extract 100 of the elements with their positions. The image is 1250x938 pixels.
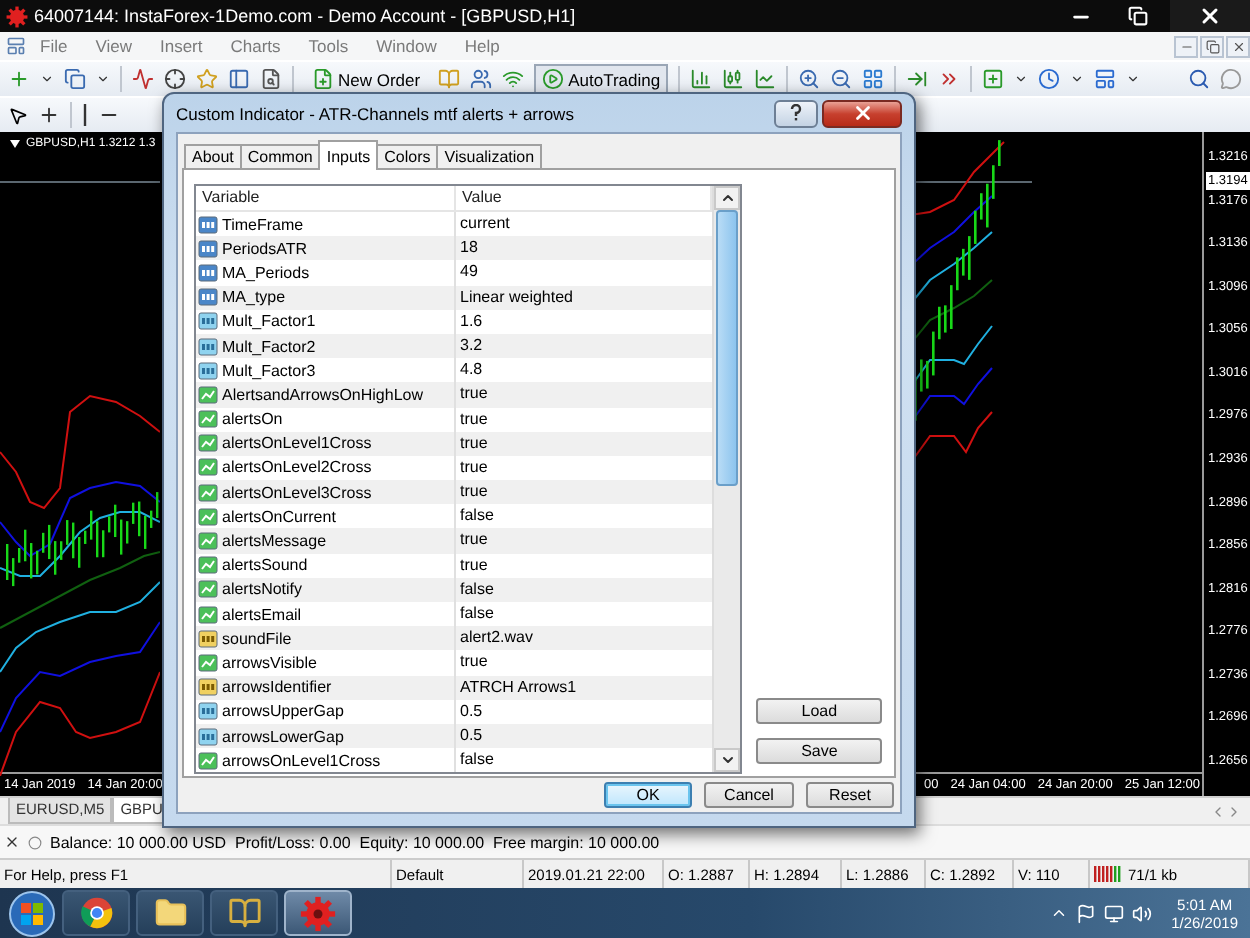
- close-button[interactable]: [1170, 0, 1250, 32]
- dialog-tab[interactable]: About: [184, 144, 242, 170]
- star-icon[interactable]: [196, 68, 218, 90]
- caret-icon[interactable]: [1014, 72, 1029, 86]
- scroll-thumb[interactable]: [716, 210, 739, 486]
- value-cell[interactable]: true: [456, 455, 713, 481]
- caret-icon[interactable]: [40, 72, 54, 86]
- caret-icon: [719, 190, 736, 206]
- scroll-left-icon[interactable]: [1210, 804, 1226, 820]
- variable-name: TimeFrame: [222, 215, 304, 234]
- side-button[interactable]: Save: [756, 738, 882, 764]
- speaker-icon[interactable]: [1131, 903, 1152, 923]
- start-button[interactable]: [8, 889, 56, 937]
- value-cell[interactable]: 49: [456, 260, 713, 286]
- panel-icon[interactable]: [228, 68, 250, 90]
- variable-name: Mult_Factor2: [222, 337, 316, 356]
- scroll-down-button[interactable]: [714, 748, 741, 772]
- add-icon[interactable]: [8, 68, 30, 90]
- variable-name: alertsOnLevel3Cross: [222, 483, 372, 502]
- value-cell[interactable]: ATRCH Arrows1: [456, 675, 713, 700]
- dialog-tab[interactable]: Inputs: [318, 140, 379, 170]
- value-cell[interactable]: 3.2: [456, 333, 713, 359]
- menu-item[interactable]: View: [81, 36, 146, 56]
- value-cell[interactable]: true: [456, 650, 713, 676]
- copy-icon[interactable]: [64, 68, 86, 90]
- value-cell[interactable]: true: [456, 407, 713, 432]
- caret-icon[interactable]: [1070, 72, 1085, 86]
- value-cell[interactable]: 1.6: [456, 309, 713, 334]
- scroll-up-button[interactable]: [714, 186, 741, 210]
- close-icon: [1231, 39, 1245, 53]
- menu-item[interactable]: Insert: [145, 36, 217, 56]
- value-cell[interactable]: true: [456, 480, 713, 505]
- taskbar-app[interactable]: [210, 890, 278, 936]
- flag-icon[interactable]: [1075, 903, 1096, 923]
- grid-icon[interactable]: [862, 68, 885, 90]
- caret-icon: [719, 752, 736, 768]
- value-cell[interactable]: false: [456, 504, 713, 529]
- add-icon[interactable]: [982, 68, 1005, 90]
- cursor-icon[interactable]: [8, 105, 28, 125]
- help-button[interactable]: [774, 99, 818, 127]
- chat-icon[interactable]: [1220, 68, 1242, 90]
- menu-item[interactable]: Help: [450, 36, 514, 56]
- line-chart-icon[interactable]: [754, 68, 777, 90]
- value-cell[interactable]: Linear weighted: [456, 285, 713, 310]
- dialog-button[interactable]: OK: [604, 782, 692, 808]
- caret-icon[interactable]: [96, 72, 110, 86]
- candlestick-icon[interactable]: [722, 68, 745, 90]
- value-cell[interactable]: true: [456, 528, 713, 554]
- new-order-button[interactable]: New Order: [304, 64, 429, 94]
- taskbar-app[interactable]: [284, 890, 352, 936]
- taskbar-app[interactable]: [62, 890, 130, 936]
- menu-item[interactable]: Window: [362, 36, 451, 56]
- zoom-in-icon[interactable]: [798, 68, 821, 90]
- menu-item[interactable]: Tools: [294, 36, 363, 56]
- clock-icon[interactable]: [1038, 68, 1061, 90]
- template-icon[interactable]: [1094, 68, 1117, 90]
- value-cell[interactable]: 4.8: [456, 358, 713, 383]
- dialog-button[interactable]: Reset: [806, 782, 894, 808]
- network-icon[interactable]: [1103, 903, 1124, 923]
- pulse-icon[interactable]: [132, 68, 154, 90]
- bar-chart-icon[interactable]: [690, 68, 713, 90]
- value-cell[interactable]: true: [456, 431, 713, 456]
- taskbar-app[interactable]: [136, 890, 204, 936]
- caret-icon[interactable]: [1049, 904, 1068, 922]
- menu-item[interactable]: Charts: [216, 36, 295, 56]
- value-cell[interactable]: true: [456, 553, 713, 578]
- close-button[interactable]: [822, 99, 902, 127]
- value-cell[interactable]: current: [456, 212, 713, 237]
- signal-icon[interactable]: [502, 68, 525, 90]
- arrow-to-line-icon[interactable]: [906, 68, 929, 90]
- users-icon[interactable]: [470, 68, 493, 90]
- restore-icon: [1205, 39, 1219, 53]
- value-cell[interactable]: true: [456, 382, 713, 407]
- value-cell[interactable]: false: [456, 602, 713, 627]
- crosshair-icon[interactable]: [164, 68, 186, 90]
- crosshair-icon[interactable]: [38, 104, 60, 126]
- auto-trading-button[interactable]: AutoTrading: [534, 64, 669, 94]
- close-button[interactable]: [1226, 35, 1250, 57]
- value-cell[interactable]: alert2.wav: [456, 626, 713, 651]
- side-button[interactable]: Load: [756, 698, 882, 724]
- double-chevron-icon[interactable]: [938, 68, 961, 90]
- dialog-button[interactable]: Cancel: [704, 782, 794, 808]
- value-cell[interactable]: false: [456, 577, 713, 602]
- value-cell[interactable]: false: [456, 748, 713, 773]
- variable-name: arrowsLowerGap: [222, 727, 344, 746]
- value-cell[interactable]: 0.5: [456, 699, 713, 724]
- close-icon[interactable]: [4, 834, 20, 850]
- search-icon[interactable]: [1188, 68, 1210, 90]
- dialog-tab[interactable]: Visualization: [436, 144, 543, 170]
- search-document-icon[interactable]: [260, 68, 282, 90]
- zoom-out-icon[interactable]: [830, 68, 853, 90]
- menu-item[interactable]: File: [26, 36, 82, 56]
- vertical-line-icon[interactable]: [82, 104, 88, 126]
- caret-icon[interactable]: [1126, 72, 1141, 86]
- column-header[interactable]: Variable: [196, 186, 456, 210]
- value-cell[interactable]: 0.5: [456, 723, 713, 749]
- scroll-right-icon[interactable]: [1226, 804, 1242, 820]
- dropdown-triangle-icon[interactable]: [10, 140, 20, 148]
- close-icon: [1198, 4, 1222, 28]
- value-cell[interactable]: 18: [456, 236, 713, 261]
